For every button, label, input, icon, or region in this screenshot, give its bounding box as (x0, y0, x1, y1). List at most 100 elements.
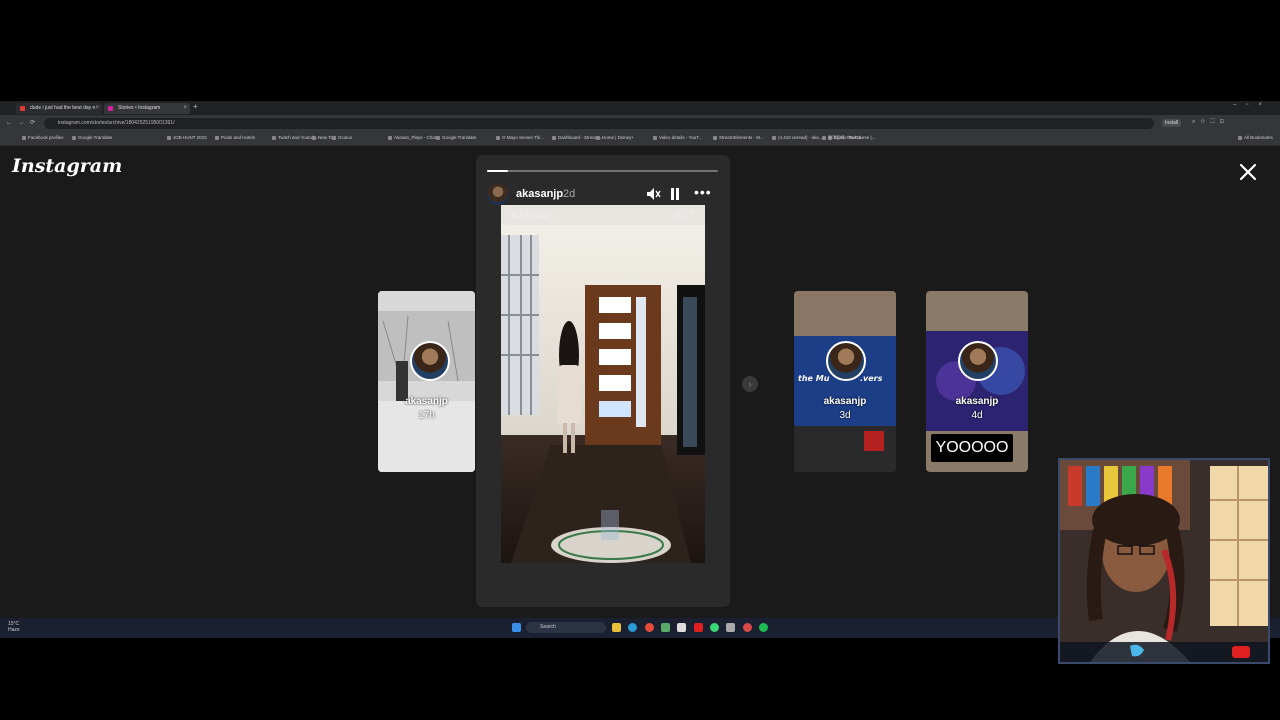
muted-speaker-icon[interactable] (645, 186, 661, 202)
bookmark-item[interactable]: JOB HUNT 2023 (167, 134, 207, 141)
bookmark-icon (653, 135, 657, 140)
browser-tab-1[interactable]: dude i just had the best day e × (16, 103, 102, 114)
tab-title: Stories • Instagram (118, 105, 161, 111)
bookmark-label: Pools and Hotels (221, 135, 256, 140)
bookmark-item[interactable]: Pools and Hotels (215, 134, 255, 141)
bookmark-label: Akasan_Plays - Chat... (394, 135, 440, 140)
avatar (826, 341, 866, 381)
avatar (410, 341, 450, 381)
spotify-icon[interactable] (759, 623, 768, 632)
bookmark-icon (167, 135, 171, 140)
close-icon[interactable] (1236, 160, 1260, 184)
story-video[interactable] (501, 205, 705, 563)
story-username: akasanjp (405, 396, 448, 407)
bookmark-icon (772, 135, 776, 140)
story-username[interactable]: akasanjp (516, 188, 563, 200)
bookmark-label: StreamElements - M... (719, 135, 764, 140)
youtube-favicon-icon (20, 106, 25, 111)
bookmark-icon (272, 135, 276, 140)
bookmark-icon (822, 135, 826, 140)
more-options-icon[interactable]: ••• (694, 185, 712, 202)
bookmark-label: 우리동네 - Twitch (828, 135, 862, 140)
url-text: instagram.com/stories/archive/1804252519… (58, 120, 175, 126)
bookmark-label: Google Translate (78, 135, 113, 140)
bookmark-icon (388, 135, 392, 140)
weather-condition: Haze (8, 627, 20, 633)
webcam-overlay (1058, 458, 1270, 664)
tab-close-icon[interactable]: × (183, 103, 187, 114)
bookmark-item[interactable]: O Mayo Sensei Thi... (496, 134, 544, 141)
youtube-icon[interactable] (694, 623, 703, 632)
next-story-card-1[interactable]: the Mu .vers akasanjp 3d (794, 291, 896, 472)
story-subtitle[interactable]: kushpapi_ (511, 210, 557, 221)
previous-story-card[interactable]: akasanjp 17h (378, 291, 475, 472)
svg-text:the Mu: the Mu (798, 374, 830, 383)
bookmark-icon (72, 135, 76, 140)
story-time: 3d (839, 410, 851, 421)
bookmark-item[interactable]: Oculus (332, 134, 352, 141)
new-tab-plus-icon[interactable]: + (193, 102, 198, 111)
app-icon[interactable] (710, 623, 719, 632)
taskbar-search[interactable]: Search (526, 622, 606, 633)
bookmark-label: (4,410 unread) - aka... (778, 135, 823, 140)
story-time: 4d (971, 410, 983, 421)
story-progress-fill (487, 170, 508, 172)
app-icon[interactable] (661, 623, 670, 632)
bookmark-item[interactable]: Facebook profiles (22, 134, 64, 141)
bookmark-icon (552, 135, 556, 140)
nav-buttons[interactable]: ←→⟳ (6, 119, 41, 126)
pause-icon[interactable] (668, 186, 682, 202)
bookmark-item[interactable]: 우리동네 - Twitch (822, 134, 861, 141)
bookmark-item[interactable]: StreamElements - M... (713, 134, 764, 141)
all-bookmarks[interactable]: All Bookmarks (1238, 134, 1273, 141)
start-menu-icon[interactable] (512, 623, 521, 632)
story-time: 17h (418, 410, 435, 421)
bookmark-icon (596, 135, 600, 140)
tab-close-icon[interactable]: × (95, 103, 99, 114)
bookmark-item[interactable]: Google Translate (436, 134, 476, 141)
app-icon[interactable] (677, 623, 686, 632)
next-story-arrow-icon[interactable]: › (742, 376, 758, 392)
bookmark-icon (332, 135, 336, 140)
story-caption: YOOOOO (931, 434, 1013, 462)
bookmark-item[interactable]: Dashboard - Stream... (552, 134, 602, 141)
bookmark-item[interactable]: (4,410 unread) - aka... (772, 134, 823, 141)
edge-icon[interactable] (628, 623, 637, 632)
bookmark-label: Google Translate (442, 135, 477, 140)
window-controls[interactable]: –▫× (1233, 102, 1272, 108)
instagram-logo[interactable]: Instagram (12, 155, 122, 177)
bookmark-icon (713, 135, 717, 140)
bookmark-label: Oculus (338, 135, 353, 140)
toolbar-extension-icons[interactable]: ⌕☆⬚⊡ (1192, 119, 1229, 126)
avatar (958, 341, 998, 381)
bookmark-label: O Mayo Sensei Thi... (502, 135, 544, 140)
bookmark-label: Facebook profiles (28, 135, 64, 140)
streamer-webcam-feed (1060, 460, 1268, 662)
bookmark-item[interactable]: Google Translate (72, 134, 112, 141)
file-explorer-icon[interactable] (612, 623, 621, 632)
install-app-button[interactable]: Install (1162, 119, 1182, 127)
bookmark-label: JOB HUNT 2023 (173, 135, 207, 140)
chrome-icon[interactable] (645, 623, 654, 632)
app-icon[interactable] (743, 623, 752, 632)
weather-widget[interactable]: 15°C Haze (8, 621, 20, 633)
bookmark-item[interactable]: Video details - YouT... (653, 134, 702, 141)
app-icon[interactable] (726, 623, 735, 632)
svg-text:.vers: .vers (860, 374, 883, 383)
url-bar[interactable]: instagram.com/stories/archive/1804252519… (44, 118, 1154, 129)
bookmark-item[interactable]: Akasan_Plays - Chat... (388, 134, 440, 141)
bookmark-icon (215, 135, 219, 140)
bookmark-icon (436, 135, 440, 140)
search-placeholder: Search (540, 624, 556, 630)
bookmark-label: Home | Disney+ (602, 135, 635, 140)
tab-title: dude i just had the best day e (30, 105, 96, 111)
bookmark-item[interactable]: Home | Disney+ (596, 134, 634, 141)
browser-tab-bar (0, 101, 1280, 115)
bookmark-icon (312, 135, 316, 140)
story-duration: 0:17 (675, 210, 695, 221)
avatar[interactable] (487, 183, 509, 205)
story-username: akasanjp (955, 396, 999, 407)
bookmark-icon (22, 135, 26, 140)
story-username: akasanjp (823, 396, 867, 407)
browser-tab-2[interactable]: Stories • Instagram × (104, 103, 190, 114)
